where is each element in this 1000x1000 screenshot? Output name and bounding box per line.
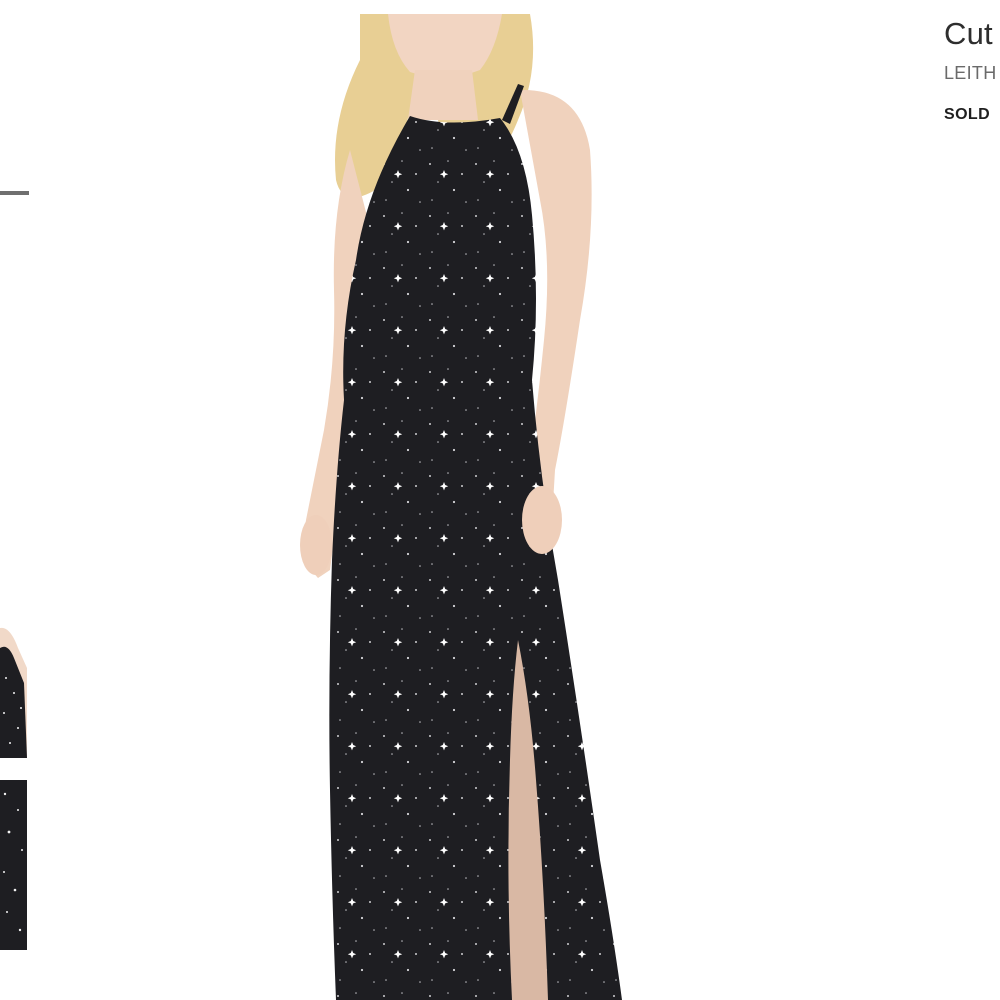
sold-status-badge: SOLD <box>944 106 991 123</box>
active-thumbnail-indicator <box>0 191 29 195</box>
dress-detail-thumbnail[interactable] <box>0 780 27 950</box>
dress-thumbnail[interactable] <box>0 588 27 758</box>
brand-name[interactable]: LEITH <box>944 63 1000 84</box>
product-title[interactable]: Cut <box>944 18 1000 49</box>
product-info-panel: Cut LEITH SOLD <box>944 18 1000 124</box>
dress-on-model-photo <box>240 0 700 1000</box>
thumbnail-rail <box>0 0 30 1000</box>
